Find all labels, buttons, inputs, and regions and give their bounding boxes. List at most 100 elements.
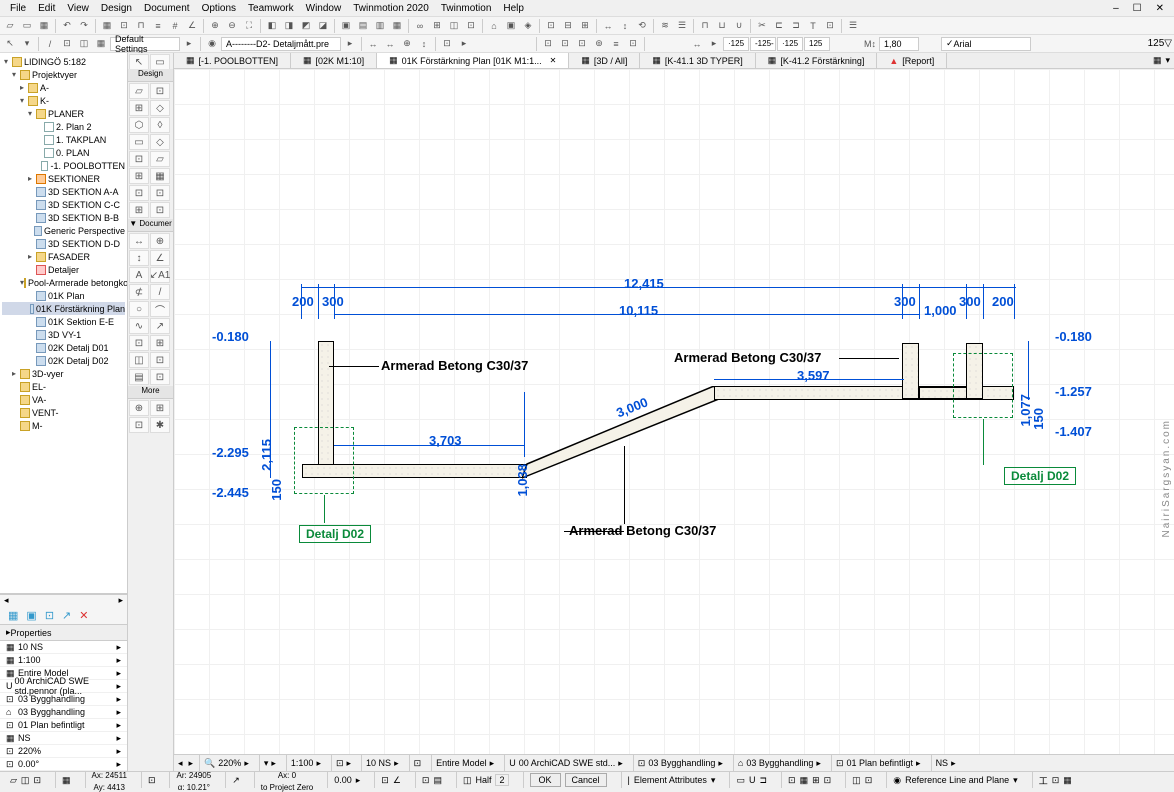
- icon[interactable]: ⊡: [865, 775, 873, 786]
- cut-icon[interactable]: ✂: [754, 18, 770, 34]
- dim-icon[interactable]: ↔: [382, 36, 398, 52]
- tab[interactable]: ▦ [K-41.2 Förstärkning]: [756, 53, 878, 68]
- opt-icon[interactable]: ⊡: [414, 758, 422, 769]
- prop-row[interactable]: ⌂03 Bygghandling▸: [0, 706, 127, 719]
- tb-icon[interactable]: ▸: [706, 36, 722, 52]
- elem-attr-label[interactable]: Element Attributes: [634, 775, 707, 785]
- tb-icon[interactable]: ☰: [674, 18, 690, 34]
- tab-new-icon[interactable]: ▦: [1153, 55, 1162, 66]
- prop-row[interactable]: ⊡0.00°▸: [0, 758, 127, 771]
- mvo-val[interactable]: NS: [936, 758, 949, 768]
- tool[interactable]: ⊡: [129, 335, 149, 351]
- mvo-val[interactable]: 01 Plan befintligt: [846, 758, 913, 768]
- mode-icon[interactable]: ◫: [21, 775, 30, 786]
- dropdown-icon[interactable]: ▸: [951, 758, 956, 769]
- tb-icon[interactable]: ⊡: [822, 18, 838, 34]
- ruler-icon[interactable]: ≡: [150, 18, 166, 34]
- prop-row[interactable]: ⊡01 Plan befintligt▸: [0, 719, 127, 732]
- tool[interactable]: ⊞: [129, 100, 149, 116]
- dropdown-icon[interactable]: ▸: [342, 36, 358, 52]
- text-tool[interactable]: A: [129, 267, 149, 283]
- tab-active[interactable]: ▦ 01K Förstärkning Plan [01K M1:1...✕: [377, 53, 569, 68]
- tool[interactable]: ▭: [129, 134, 149, 150]
- tool[interactable]: ✱: [150, 417, 170, 433]
- icon[interactable]: ⊡: [1052, 775, 1060, 786]
- tab-close-icon[interactable]: ✕: [550, 56, 557, 65]
- tool[interactable]: ⊡: [129, 151, 149, 167]
- tool-icon[interactable]: ⊡: [59, 36, 75, 52]
- tool[interactable]: ⊞: [150, 335, 170, 351]
- tool-icon[interactable]: ▦: [93, 36, 109, 52]
- tool[interactable]: ◫: [129, 352, 149, 368]
- more-header[interactable]: More: [128, 386, 173, 399]
- val-box[interactable]: 125: [804, 37, 830, 51]
- tb-icon[interactable]: ◫: [446, 18, 462, 34]
- grid-icon[interactable]: ▦: [99, 18, 115, 34]
- project-tree[interactable]: ▾LIDINGÖ 5:182 ▾Projektvyer ▸A- ▾K- ▾PLA…: [0, 53, 127, 593]
- zoom-in-icon[interactable]: ⊕: [207, 18, 223, 34]
- tb-icon[interactable]: ≋: [657, 18, 673, 34]
- mvo-val[interactable]: 03 Bygghandling: [746, 758, 813, 768]
- tb-icon[interactable]: ⊡: [540, 36, 556, 52]
- icon[interactable]: ⊞: [812, 775, 820, 786]
- new-icon[interactable]: ▱: [2, 18, 18, 34]
- icon[interactable]: U: [749, 775, 756, 785]
- angle-icon[interactable]: ∠: [184, 18, 200, 34]
- hash-icon[interactable]: #: [167, 18, 183, 34]
- tool[interactable]: ⊡: [150, 185, 170, 201]
- tool[interactable]: ▤: [129, 369, 149, 385]
- icon[interactable]: ◫: [852, 775, 861, 786]
- tb-icon[interactable]: ↔: [600, 18, 616, 34]
- tree-item[interactable]: ▸3D-vyer: [2, 367, 125, 380]
- tree-item[interactable]: EL-: [2, 380, 125, 393]
- tree-item[interactable]: 01K Plan: [2, 289, 125, 302]
- tb-icon[interactable]: ⊞: [429, 18, 445, 34]
- scroll-right-icon[interactable]: ▸: [118, 595, 123, 606]
- tb-icon[interactable]: ⊡: [574, 36, 590, 52]
- minimize-button[interactable]: –: [1107, 3, 1125, 14]
- dim-icon[interactable]: M↕: [862, 36, 878, 52]
- zoom-val[interactable]: 220%: [218, 758, 241, 768]
- eye-icon[interactable]: ◉: [204, 36, 220, 52]
- dim-icon[interactable]: ⊕: [399, 36, 415, 52]
- tab[interactable]: ▦ [-1. POOLBOTTEN]: [174, 53, 291, 68]
- tb-icon[interactable]: ▣: [338, 18, 354, 34]
- icon[interactable]: ⊡: [422, 775, 430, 786]
- menu-design[interactable]: Design: [95, 3, 138, 14]
- tool[interactable]: ⊞: [129, 168, 149, 184]
- tab[interactable]: ▦ [K-41.1 3D TYPER]: [640, 53, 755, 68]
- opt-icon[interactable]: ⊡: [836, 758, 844, 769]
- tb-icon[interactable]: ⊡: [543, 18, 559, 34]
- nav-next-icon[interactable]: ▸: [189, 758, 194, 769]
- open-icon[interactable]: ▭: [19, 18, 35, 34]
- tree-item[interactable]: 02K Detalj D01: [2, 341, 125, 354]
- opt-icon[interactable]: ▾: [264, 758, 269, 769]
- tool-icon[interactable]: ◫: [76, 36, 92, 52]
- tool[interactable]: ▦: [150, 168, 170, 184]
- menu-twinmotion[interactable]: Twinmotion: [435, 3, 498, 14]
- tree-item[interactable]: VENT-: [2, 406, 125, 419]
- tab-menu-icon[interactable]: ▾: [1165, 55, 1170, 66]
- icon[interactable]: ▤: [433, 775, 442, 786]
- action-icon[interactable]: ↗: [62, 609, 71, 622]
- dim-icon[interactable]: ↔: [365, 36, 381, 52]
- tb-icon[interactable]: ⊡: [625, 36, 641, 52]
- menu-teamwork[interactable]: Teamwork: [242, 3, 300, 14]
- marquee-tool[interactable]: ▭: [150, 54, 170, 70]
- dim-tool[interactable]: ↔: [129, 233, 149, 249]
- tb-icon[interactable]: ⊓: [697, 18, 713, 34]
- dropdown-icon[interactable]: ▸: [394, 758, 399, 769]
- dim-icon[interactable]: ↕: [416, 36, 432, 52]
- tree-item[interactable]: Generic Perspective: [2, 224, 125, 237]
- dropdown-icon[interactable]: ▸: [316, 758, 321, 769]
- icon[interactable]: 工: [1039, 774, 1048, 787]
- tree-item[interactable]: 3D SEKTION B-B: [2, 211, 125, 224]
- tool[interactable]: ⊡: [150, 352, 170, 368]
- dropdown-icon[interactable]: ▸: [816, 758, 821, 769]
- menu-view[interactable]: View: [61, 3, 95, 14]
- dropdown-icon[interactable]: ▸: [244, 758, 249, 769]
- tool[interactable]: ◇: [150, 100, 170, 116]
- tb-icon[interactable]: ⊟: [560, 18, 576, 34]
- tool[interactable]: ⊡: [129, 417, 149, 433]
- dropdown-icon[interactable]: ▸: [347, 758, 352, 769]
